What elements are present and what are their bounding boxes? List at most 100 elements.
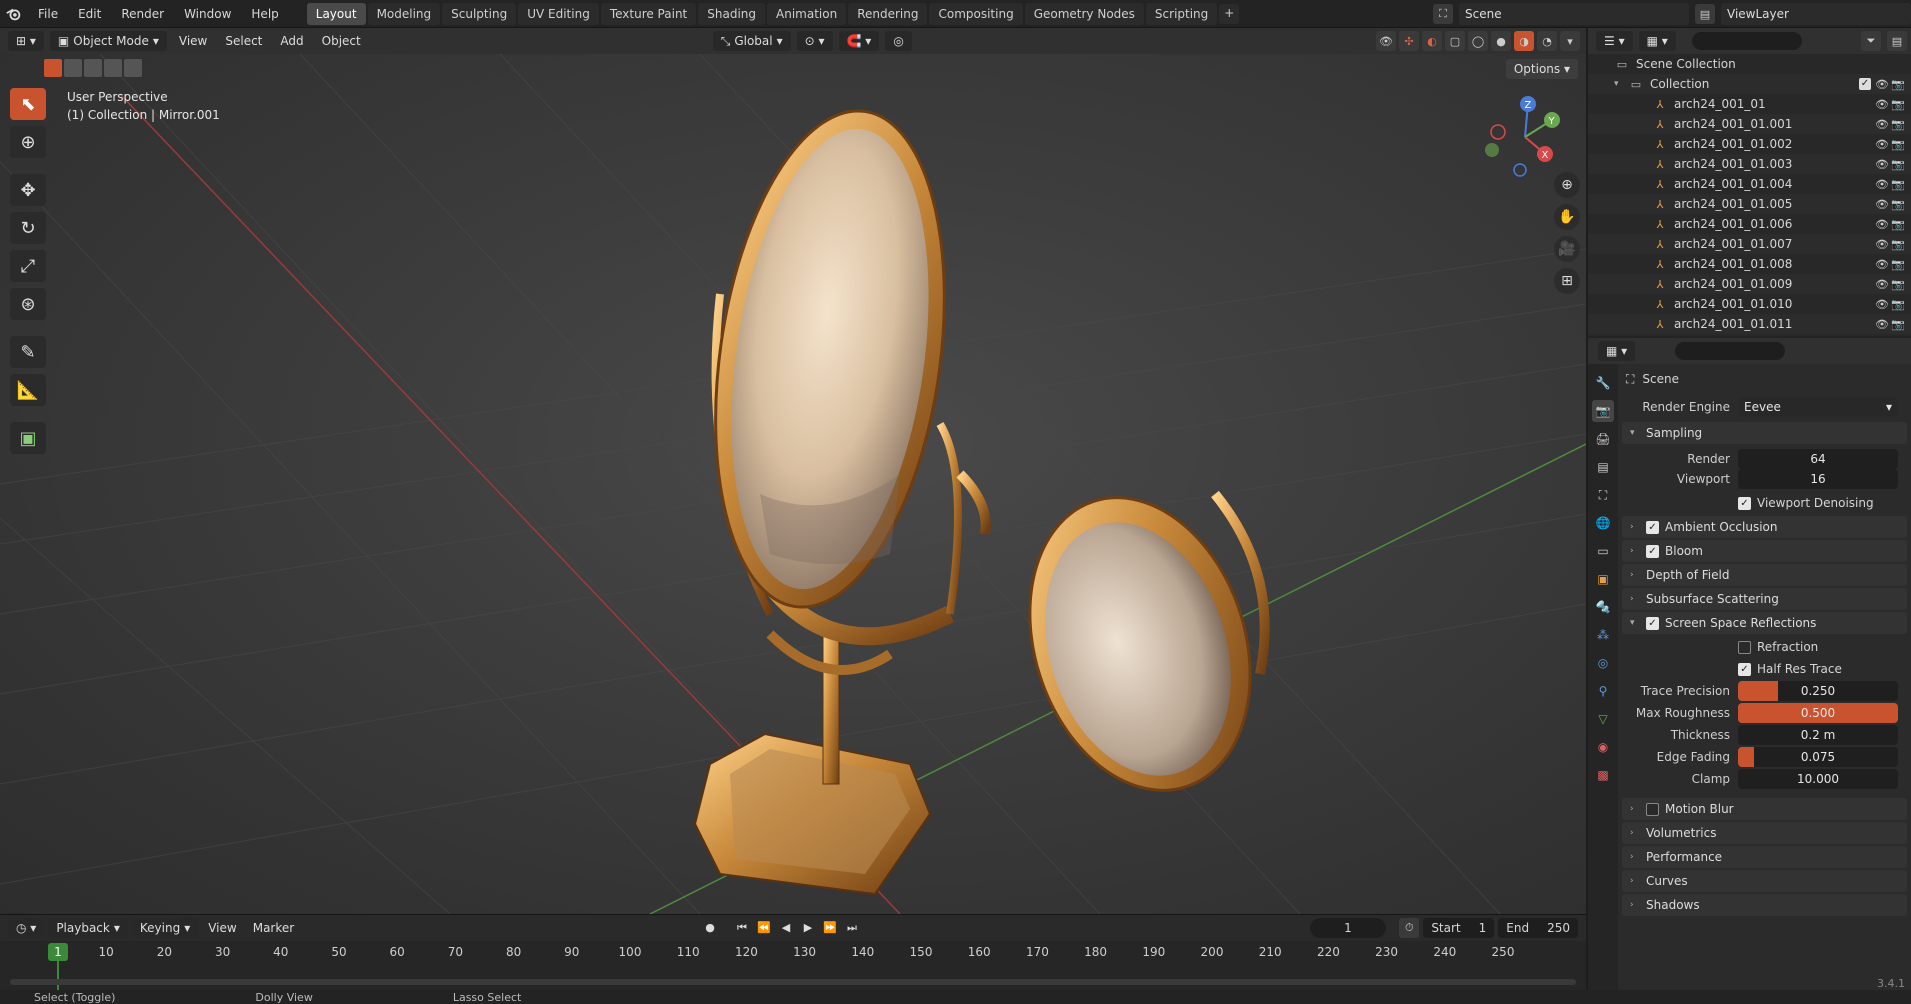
eye-icon[interactable]: 👁 <box>1875 238 1889 251</box>
scale-tool-icon[interactable]: ⤢ <box>10 250 46 282</box>
transform-tool-icon[interactable]: ⊛ <box>10 288 46 320</box>
collapse-arrow-icon[interactable]: ▾ <box>1614 79 1628 89</box>
collection-checkbox[interactable]: ✓ <box>1859 78 1871 90</box>
eye-icon[interactable]: 👁 <box>1875 318 1889 331</box>
refraction-checkbox[interactable] <box>1738 640 1751 654</box>
select-subtract-icon[interactable] <box>84 59 102 77</box>
eye-icon[interactable]: 👁 <box>1875 178 1889 191</box>
overlay-toggle-icon[interactable]: ◐ <box>1422 31 1442 51</box>
constraints-tab-icon[interactable]: ⚲ <box>1592 680 1614 702</box>
menu-file[interactable]: File <box>28 0 68 28</box>
timeline-editor-type[interactable]: ◷ ▾ <box>8 918 45 938</box>
properties-search-input[interactable] <box>1675 342 1786 360</box>
panel-header[interactable]: › Motion Blur <box>1622 798 1907 820</box>
outliner-object-row[interactable]: ⅄ arch24_001_01.008 👁 📷 <box>1588 254 1911 274</box>
menu-view[interactable]: View <box>173 28 213 54</box>
menu-object[interactable]: Object <box>316 28 367 54</box>
camera-icon[interactable]: 📷 <box>1891 298 1905 311</box>
keying-dropdown[interactable]: Keying ▾ <box>131 918 199 938</box>
panel-header[interactable]: › Volumetrics <box>1622 822 1907 844</box>
tab-uv-editing[interactable]: UV Editing <box>518 2 599 25</box>
ssr-checkbox[interactable]: ✓ <box>1646 616 1659 630</box>
blender-logo-icon[interactable] <box>0 0 28 28</box>
camera-icon[interactable]: 📷 <box>1891 138 1905 151</box>
jump-end-icon[interactable]: ⏭ <box>842 918 862 938</box>
3d-viewport[interactable]: User Perspective (1) Collection | Mirror… <box>0 54 1586 914</box>
panel-header[interactable]: › ✓ Bloom <box>1622 540 1907 562</box>
outliner-search-input[interactable] <box>1691 32 1802 50</box>
camera-icon[interactable]: 📷 <box>1891 238 1905 251</box>
camera-icon[interactable]: 📷 <box>1891 198 1905 211</box>
new-collection-icon[interactable]: ▤ <box>1887 31 1907 51</box>
select-extend-icon[interactable] <box>64 59 82 77</box>
select-box-tool-icon[interactable]: ⬉ <box>10 88 46 120</box>
play-reverse-icon[interactable]: ◀ <box>776 918 796 938</box>
measure-tool-icon[interactable]: 📐 <box>10 374 46 406</box>
timeline-scrollbar[interactable] <box>10 979 1576 985</box>
timeline-marker-menu[interactable]: Marker <box>247 915 300 941</box>
mirror-model[interactable] <box>640 54 1300 914</box>
modifier-tab-icon[interactable]: 🔩 <box>1592 596 1614 618</box>
tab-modeling[interactable]: Modeling <box>367 2 441 25</box>
outliner-object-row[interactable]: ⅄ arch24_001_01.001 👁 📷 <box>1588 114 1911 134</box>
mode-dropdown[interactable]: ▣ Object Mode ▾ <box>49 31 167 51</box>
material-tab-icon[interactable]: ◉ <box>1592 736 1614 758</box>
filter-icon[interactable]: ⏷ <box>1861 31 1881 51</box>
pan-hand-icon[interactable]: ✋ <box>1554 204 1580 230</box>
pivot-dropdown[interactable]: ⊙ ▾ <box>796 31 833 51</box>
edge-fading-slider[interactable]: 0.075 <box>1738 747 1898 767</box>
tool-tab-icon[interactable]: 🔧 <box>1592 372 1614 394</box>
tab-layout[interactable]: Layout <box>306 2 366 25</box>
camera-view-icon[interactable]: 🎥 <box>1554 236 1580 262</box>
material-preview-shading-icon[interactable]: ◑ <box>1514 31 1534 51</box>
outliner-object-row[interactable]: ⅄ arch24_001_01.005 👁 📷 <box>1588 194 1911 214</box>
camera-icon[interactable]: 📷 <box>1891 178 1905 191</box>
particles-tab-icon[interactable]: ⁂ <box>1592 624 1614 646</box>
camera-icon[interactable]: 📷 <box>1891 158 1905 171</box>
start-frame-field[interactable]: Start 1 <box>1423 918 1495 938</box>
menu-add[interactable]: Add <box>274 28 309 54</box>
transform-orientation-dropdown[interactable]: ⤡ Global ▾ <box>712 31 791 51</box>
camera-icon[interactable]: 📷 <box>1891 258 1905 271</box>
collection-row[interactable]: ▾ ▭ Collection ✓ 👁 📷 <box>1588 74 1911 94</box>
options-button[interactable]: Options ▾ <box>1505 59 1578 79</box>
camera-icon[interactable]: 📷 <box>1891 118 1905 131</box>
zoom-icon[interactable]: ⊕ <box>1554 172 1580 198</box>
viewport-samples-field[interactable]: 16 <box>1738 469 1898 489</box>
record-icon[interactable]: ● <box>700 918 720 938</box>
properties-editor-type[interactable]: ▦ ▾ <box>1598 341 1636 361</box>
rendered-shading-icon[interactable]: ◔ <box>1537 31 1557 51</box>
output-tab-icon[interactable]: 🖨 <box>1592 428 1614 450</box>
max-roughness-slider[interactable]: 0.500 <box>1738 703 1898 723</box>
menu-render[interactable]: Render <box>111 0 174 28</box>
camera-icon[interactable]: 📷 <box>1891 98 1905 111</box>
eye-icon[interactable]: 👁 <box>1875 118 1889 131</box>
cursor-tool-icon[interactable]: ⊕ <box>10 126 46 158</box>
scene-collection-row[interactable]: ▭ Scene Collection <box>1588 54 1911 74</box>
thickness-field[interactable]: 0.2 m <box>1738 725 1898 745</box>
snap-dropdown[interactable]: 🧲 ▾ <box>838 31 880 51</box>
camera-icon[interactable]: 📷 <box>1891 278 1905 291</box>
eye-icon[interactable]: 👁 <box>1875 78 1889 91</box>
world-tab-icon[interactable]: 🌐 <box>1592 512 1614 534</box>
view-layer-field[interactable]: ViewLayer <box>1721 3 1911 25</box>
data-tab-icon[interactable]: ▽ <box>1592 708 1614 730</box>
solid-shading-icon[interactable]: ● <box>1491 31 1511 51</box>
eye-icon[interactable]: 👁 <box>1875 218 1889 231</box>
panel-header[interactable]: › Depth of Field <box>1622 564 1907 586</box>
viewport-denoising-checkbox[interactable]: ✓ <box>1738 496 1751 510</box>
tab-sculpting[interactable]: Sculpting <box>442 2 517 25</box>
add-cube-tool-icon[interactable]: ▣ <box>10 422 46 454</box>
timeline-view-menu[interactable]: View <box>202 915 242 941</box>
object-tab-icon[interactable]: ▣ <box>1592 568 1614 590</box>
tab-scripting[interactable]: Scripting <box>1145 2 1218 25</box>
eye-icon[interactable]: 👁 <box>1875 138 1889 151</box>
camera-icon[interactable]: 📷 <box>1891 78 1905 91</box>
outliner-object-row[interactable]: ⅄ arch24_001_01.003 👁 📷 <box>1588 154 1911 174</box>
scene-field[interactable]: Scene <box>1459 3 1689 25</box>
half-res-checkbox[interactable]: ✓ <box>1738 662 1751 676</box>
editor-type-dropdown[interactable]: ⊞ ▾ <box>8 31 44 51</box>
ssr-panel-header[interactable]: ▾ ✓ Screen Space Reflections <box>1622 612 1907 634</box>
menu-window[interactable]: Window <box>174 0 241 28</box>
eye-icon[interactable]: 👁 <box>1875 298 1889 311</box>
